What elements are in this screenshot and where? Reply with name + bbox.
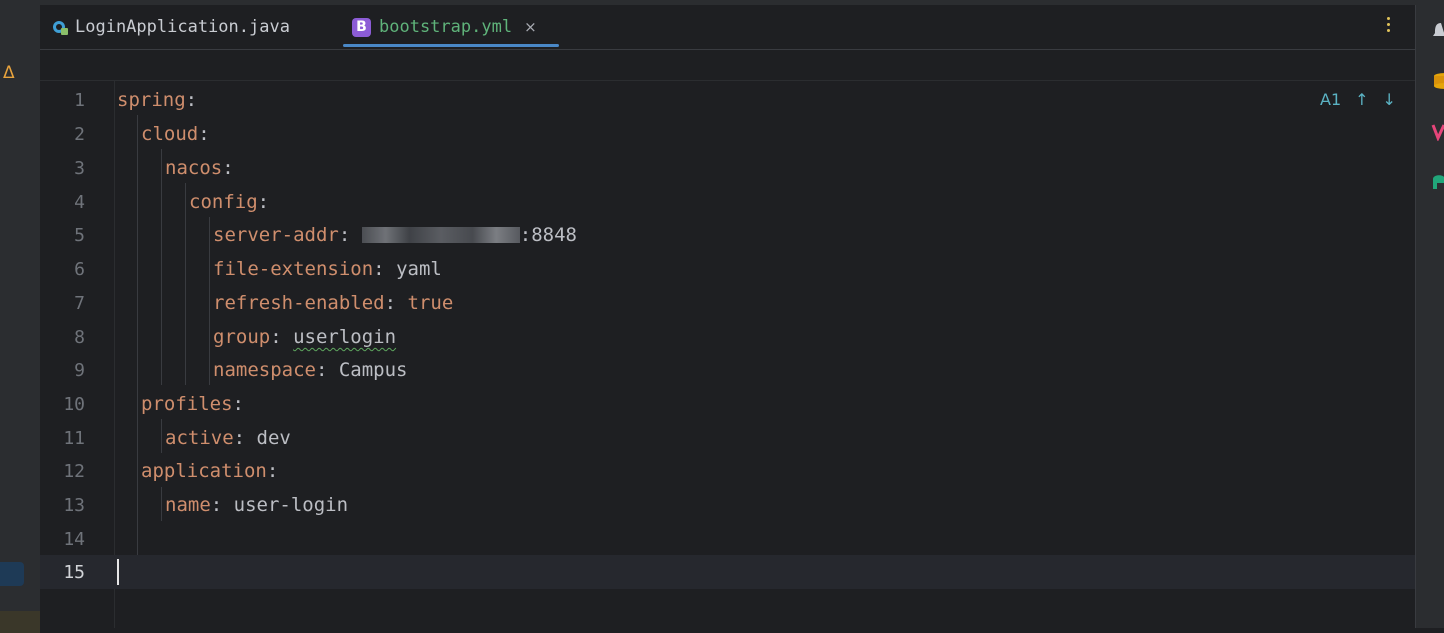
line-number: 15 [63, 561, 85, 583]
line-number: 1 [74, 89, 85, 111]
java-class-icon [52, 19, 68, 35]
yaml-bootstrap-icon: B [352, 17, 371, 37]
ai-assistant-icon[interactable] [1431, 171, 1444, 191]
line-number: 13 [63, 494, 85, 516]
code-line: 1 spring: [40, 83, 1415, 117]
yaml-key: active [165, 427, 234, 449]
code-line: 14 [40, 522, 1415, 556]
yaml-key: file-extension [213, 258, 374, 280]
close-icon[interactable]: × [524, 18, 537, 36]
right-tool-strip [1415, 5, 1444, 628]
line-number: 11 [63, 427, 85, 449]
current-code-line: 15 [40, 555, 1415, 589]
yaml-key: config [189, 191, 258, 213]
yaml-colon: : [270, 326, 282, 348]
yaml-colon: : [232, 393, 244, 415]
code-editor[interactable]: 1 spring: 2 cloud: 3 nacos: 4 config: 5 … [40, 81, 1415, 628]
line-number: 2 [74, 123, 85, 145]
yaml-colon: : [185, 89, 198, 111]
editor-header-strip [40, 50, 1415, 81]
code-line: 11 active: dev [40, 421, 1415, 455]
line-number: 9 [74, 359, 85, 381]
code-line: 7 refresh-enabled: true [40, 286, 1415, 320]
tab-label: bootstrap.yml [379, 17, 513, 37]
yaml-value: :8848 [519, 224, 577, 246]
warning-icon[interactable]: Δ [3, 63, 15, 83]
yaml-value: dev [256, 427, 291, 449]
plugin-v-icon[interactable] [1431, 121, 1444, 141]
yaml-value: yaml [396, 258, 442, 280]
tab-login-application[interactable]: LoginApplication.java [52, 5, 290, 49]
code-line: 9 namespace: Campus [40, 353, 1415, 387]
yaml-colon: : [198, 123, 210, 145]
active-tab-indicator [343, 44, 559, 47]
yaml-colon: : [266, 460, 279, 482]
more-options-icon[interactable] [1387, 17, 1393, 32]
line-number: 4 [74, 191, 85, 213]
code-line: 12 application: [40, 454, 1415, 488]
code-line: 2 cloud: [40, 117, 1415, 151]
yaml-key: group [213, 326, 271, 348]
yaml-value: user-login [233, 494, 349, 516]
spell-check-icon[interactable]: A1 [1320, 90, 1341, 109]
left-tool-strip: Δ [0, 5, 40, 633]
notifications-icon[interactable] [1431, 21, 1444, 41]
tab-bootstrap-yml[interactable]: B bootstrap.yml × [352, 5, 537, 49]
yaml-colon: : [315, 359, 328, 381]
yaml-key: server-addr [213, 224, 339, 246]
yaml-key: application [141, 460, 267, 482]
text-caret [117, 559, 119, 585]
code-line: 13 name: user-login [40, 488, 1415, 522]
line-number: 12 [63, 460, 85, 482]
yaml-colon: : [373, 258, 385, 280]
status-indicator [0, 611, 40, 633]
inspection-widget: A1 ↑ ↓ [1320, 89, 1396, 109]
database-icon[interactable] [1431, 71, 1444, 91]
tab-label: LoginApplication.java [75, 17, 290, 37]
line-number: 7 [74, 292, 85, 314]
code-line: 5 server-addr: :8848 [40, 218, 1415, 252]
code-line: 8 group: userlogin [40, 320, 1415, 354]
yaml-colon: : [222, 157, 234, 179]
line-number: 3 [74, 157, 85, 179]
code-line: 6 file-extension: yaml [40, 252, 1415, 286]
redacted-address [361, 227, 520, 243]
yaml-colon: : [233, 427, 246, 449]
spell-check-glyph: A [1320, 89, 1331, 109]
yaml-key: nacos [165, 157, 223, 179]
line-number: 10 [63, 393, 85, 415]
yaml-colon: : [257, 191, 270, 213]
yaml-key: refresh-enabled [213, 292, 385, 314]
line-number: 6 [74, 258, 85, 280]
yaml-key: spring [117, 89, 186, 111]
inspection-count: 1 [1330, 89, 1342, 109]
tool-window-indicator[interactable] [0, 562, 24, 586]
line-number: 8 [74, 326, 85, 348]
yaml-value: Campus [338, 359, 408, 381]
next-highlight-arrow-icon[interactable]: ↓ [1383, 90, 1396, 109]
editor-tab-bar: LoginApplication.java B bootstrap.yml × [40, 5, 1415, 50]
line-number: 14 [63, 528, 85, 550]
yaml-value-typo[interactable]: userlogin [293, 326, 396, 348]
yaml-key: cloud [141, 123, 199, 145]
code-line: 3 nacos: [40, 151, 1415, 185]
code-line: 10 profiles: [40, 387, 1415, 421]
yaml-value-boolean: true [407, 292, 454, 314]
code-line: 4 config: [40, 185, 1415, 219]
yaml-key: namespace [213, 359, 316, 381]
previous-highlight-arrow-icon[interactable]: ↑ [1355, 90, 1368, 109]
yaml-key: profiles [141, 393, 233, 415]
yaml-colon: : [338, 224, 351, 246]
yaml-colon: : [210, 494, 223, 516]
line-number: 5 [74, 224, 85, 246]
yaml-key: name [165, 494, 211, 516]
yaml-colon: : [384, 292, 397, 314]
